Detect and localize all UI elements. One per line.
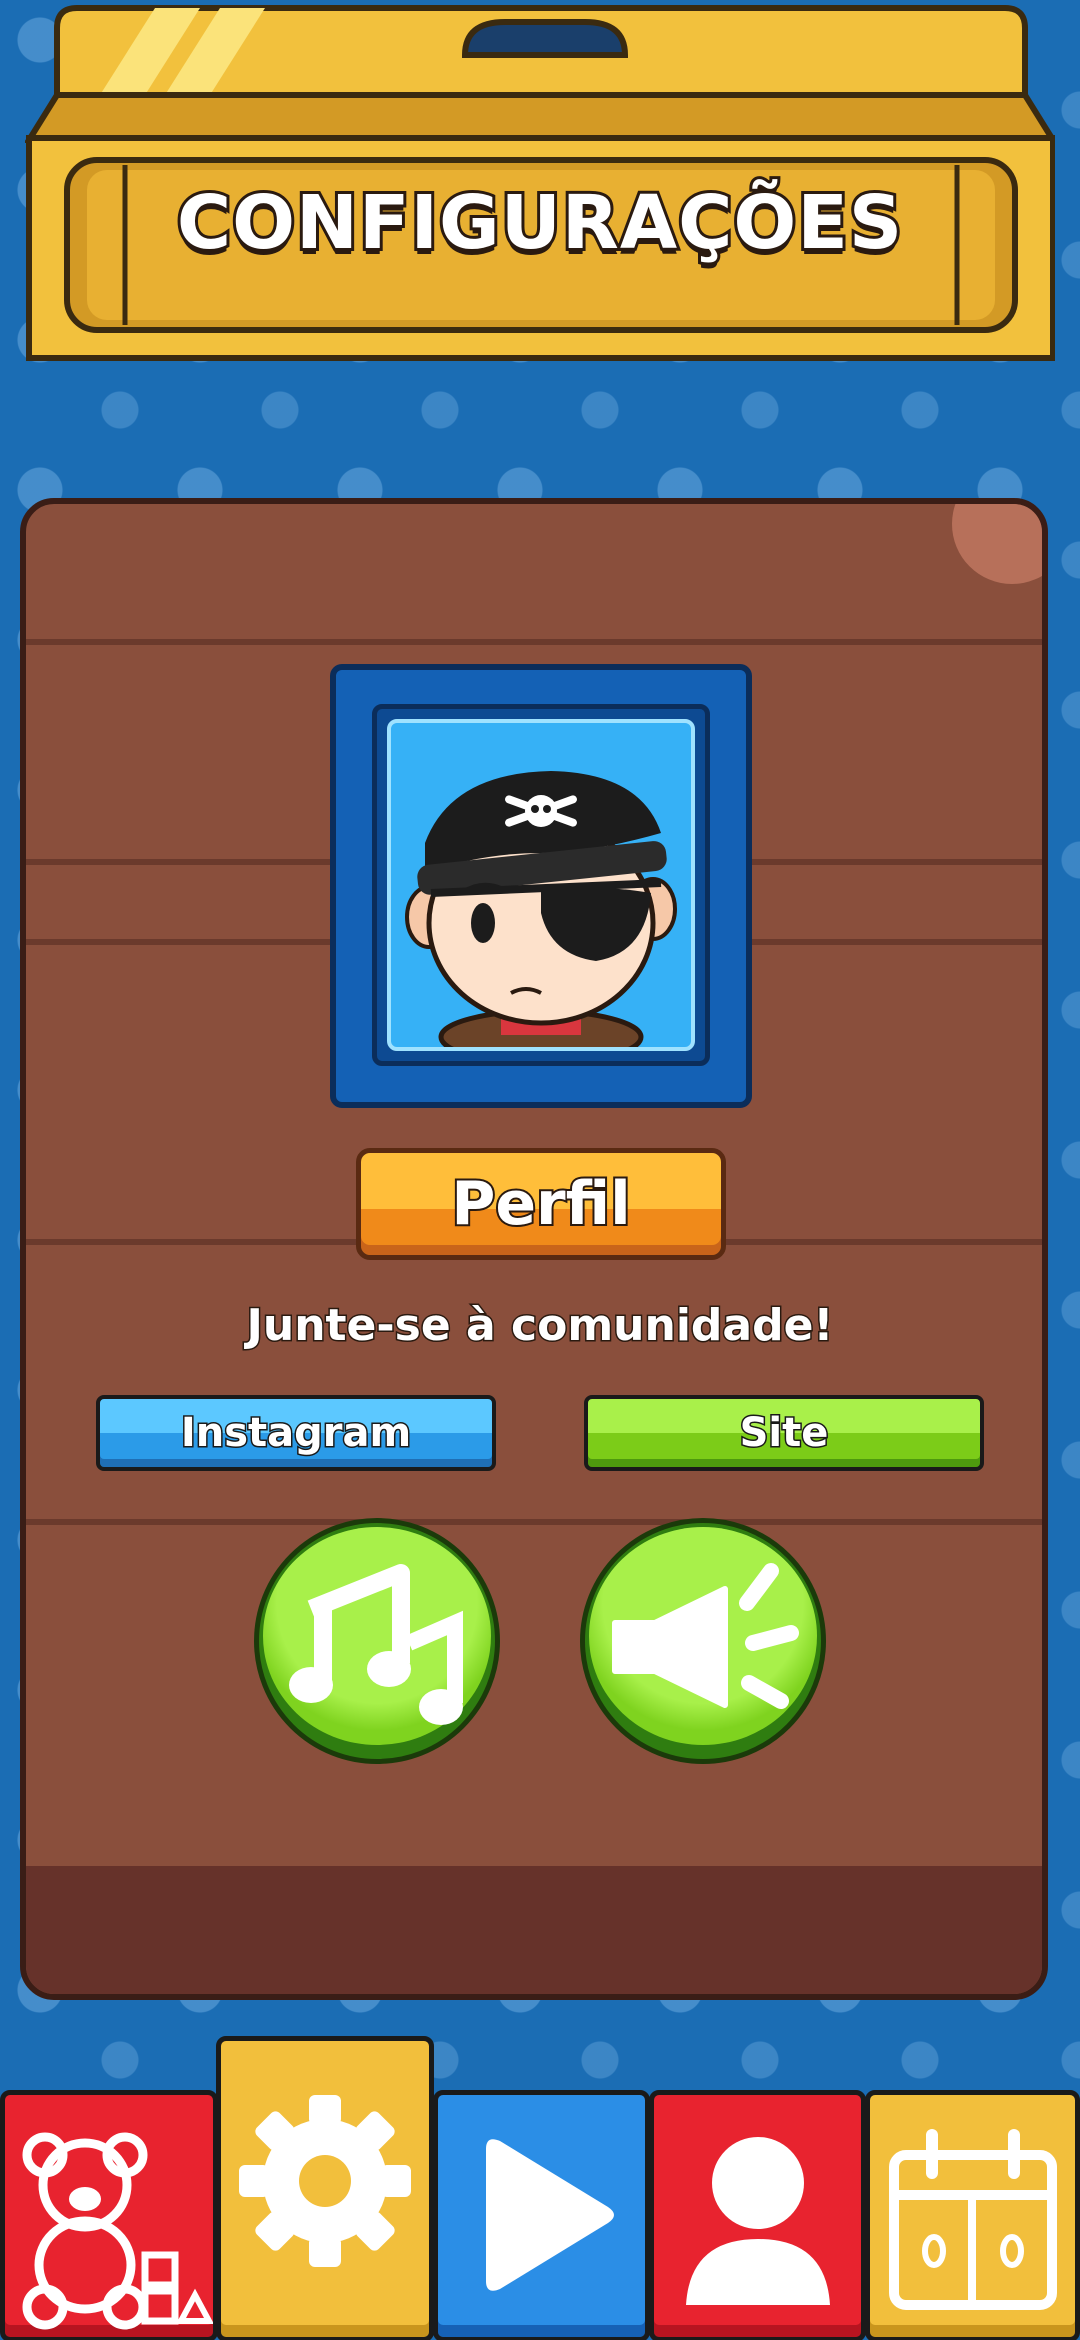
gear-icon xyxy=(239,2095,411,2267)
title-banner: CONFIGURAÇÕES xyxy=(25,0,1055,362)
nav-tab-profile[interactable] xyxy=(649,2090,866,2340)
avatar-frame[interactable] xyxy=(330,664,752,1108)
avatar xyxy=(387,719,695,1051)
instagram-button[interactable]: Instagram xyxy=(96,1395,496,1471)
music-note-icon xyxy=(289,1564,463,1725)
play-icon xyxy=(486,2139,614,2291)
site-button[interactable]: Site xyxy=(584,1395,984,1471)
panel-bottom-shelf xyxy=(26,1866,1042,1994)
nav-tab-toys[interactable] xyxy=(0,2090,218,2340)
nav-tab-play[interactable] xyxy=(433,2090,650,2340)
person-icon xyxy=(686,2137,830,2305)
nav-tab-calendar[interactable] xyxy=(865,2090,1080,2340)
pirate-avatar-icon xyxy=(405,771,677,1047)
plank-divider xyxy=(26,639,1042,645)
calendar-icon xyxy=(889,2129,1057,2310)
nav-tab-settings[interactable] xyxy=(216,2036,434,2340)
teddy-bear-icon xyxy=(22,2132,213,2330)
music-toggle-button[interactable] xyxy=(254,1518,500,1764)
speaker-icon xyxy=(612,1563,799,1709)
profile-button[interactable]: Perfil xyxy=(356,1148,726,1260)
sound-toggle-button[interactable] xyxy=(580,1518,826,1764)
panel-corner-shine xyxy=(952,504,1042,584)
page-title: CONFIGURAÇÕES xyxy=(174,177,905,269)
community-heading: Junte-se à comunidade! xyxy=(245,1299,835,1353)
plank-divider xyxy=(26,1519,1042,1525)
